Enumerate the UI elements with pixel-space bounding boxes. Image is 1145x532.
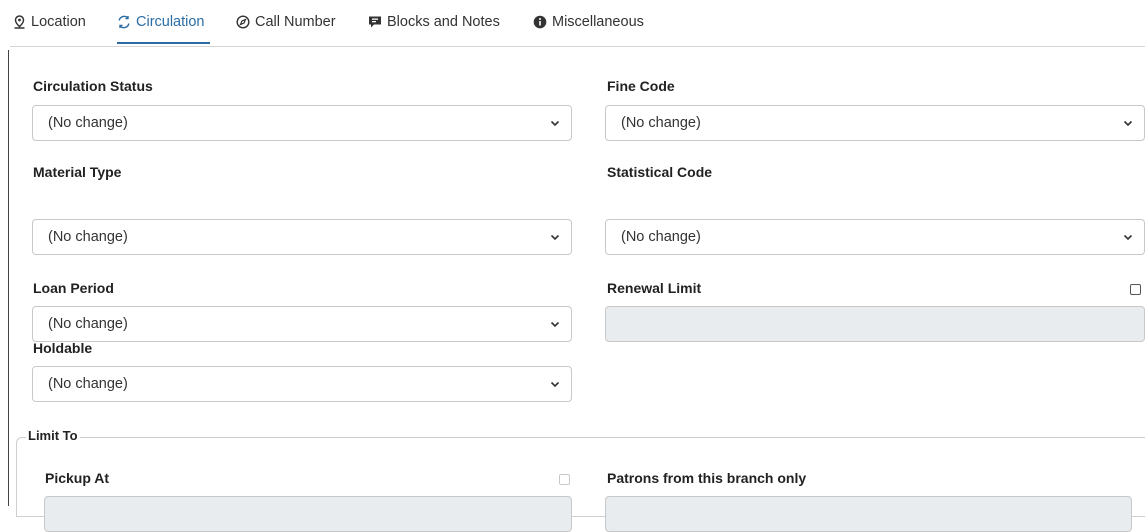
material-type-label: Material Type [33, 164, 122, 180]
pickup-at-input [44, 496, 572, 532]
renewal-limit-checkbox[interactable] [1130, 284, 1141, 295]
renewal-limit-input [605, 306, 1145, 342]
material-type-select[interactable]: (No change) [32, 219, 572, 255]
holdable-select[interactable]: (No change) [32, 366, 572, 402]
loan-period-select[interactable]: (No change) [32, 306, 572, 342]
active-tab-indicator [117, 42, 210, 44]
pickup-at-checkbox[interactable] [559, 474, 570, 485]
chevron-down-icon [1123, 234, 1133, 241]
holdable-label: Holdable [33, 340, 93, 356]
chevron-down-icon [1123, 120, 1133, 127]
tab-location[interactable]: Location [12, 14, 86, 30]
fine-code-select[interactable]: (No change) [605, 105, 1145, 141]
tab-location-label: Location [31, 14, 86, 30]
circulation-status-label: Circulation Status [33, 78, 153, 94]
statistical-code-label: Statistical Code [607, 164, 713, 180]
holdable-value: (No change) [48, 376, 128, 392]
compass-icon [236, 15, 250, 29]
tab-bar: Location Circulation Call Number Blocks … [0, 4, 1145, 44]
material-type-value: (No change) [48, 229, 128, 245]
tab-blocks-and-notes[interactable]: Blocks and Notes [368, 14, 500, 30]
chevron-down-icon [550, 234, 560, 241]
circulation-icon [117, 15, 131, 29]
tab-call-number-label: Call Number [255, 14, 336, 30]
fine-code-value: (No change) [621, 115, 701, 131]
loan-period-label: Loan Period [33, 280, 114, 296]
patrons-branch-input [605, 496, 1132, 532]
tab-miscellaneous[interactable]: Miscellaneous [533, 14, 644, 30]
statistical-code-value: (No change) [621, 229, 701, 245]
map-marker-icon [12, 15, 26, 29]
tab-blocks-and-notes-label: Blocks and Notes [387, 14, 500, 30]
patrons-branch-label: Patrons from this branch only [607, 470, 807, 486]
circulation-status-value: (No change) [48, 115, 128, 131]
pickup-at-label: Pickup At [45, 470, 110, 486]
limit-to-legend: Limit To [26, 428, 80, 443]
chevron-down-icon [550, 321, 560, 328]
chevron-down-icon [550, 381, 560, 388]
tab-miscellaneous-label: Miscellaneous [552, 14, 644, 30]
statistical-code-select[interactable]: (No change) [605, 219, 1145, 255]
loan-period-value: (No change) [48, 316, 128, 332]
chevron-down-icon [550, 120, 560, 127]
circulation-status-select[interactable]: (No change) [32, 105, 572, 141]
comment-icon [368, 15, 382, 29]
left-border [8, 50, 9, 506]
tab-call-number[interactable]: Call Number [236, 14, 336, 30]
info-icon [533, 15, 547, 29]
tab-circulation[interactable]: Circulation [117, 14, 205, 30]
tab-circulation-label: Circulation [136, 14, 205, 30]
fine-code-label: Fine Code [607, 78, 675, 94]
renewal-limit-label: Renewal Limit [607, 280, 702, 296]
